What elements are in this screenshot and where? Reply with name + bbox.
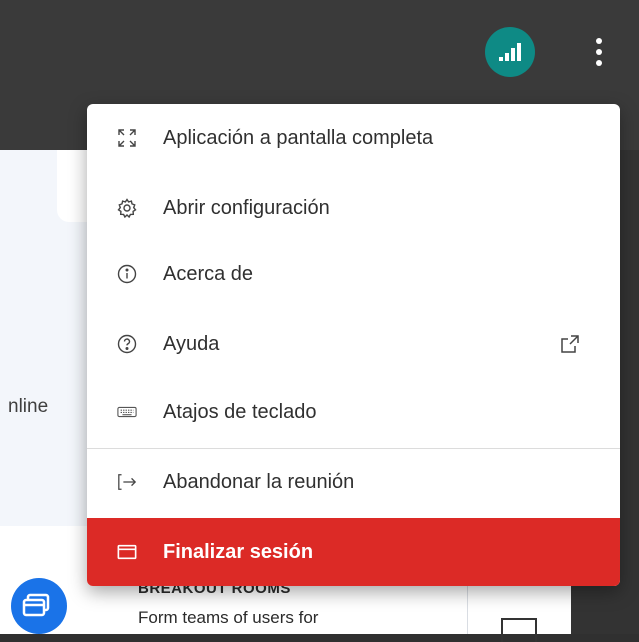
kebab-menu-icon[interactable] <box>588 36 610 68</box>
menu-item-about[interactable]: Acerca de <box>87 242 620 306</box>
info-icon <box>117 264 137 284</box>
options-menu: Aplicación a pantalla completa Abrir con… <box>87 104 620 586</box>
menu-item-help[interactable]: Ayuda <box>87 312 620 376</box>
breakout-rooms-description: Form teams of users for <box>138 608 319 627</box>
keyboard-icon <box>117 402 137 422</box>
external-link-icon <box>559 333 581 355</box>
menu-item-leave-meeting[interactable]: Abandonar la reunión <box>87 450 620 514</box>
breakout-rooms-icon[interactable] <box>11 578 67 634</box>
help-icon <box>117 334 137 354</box>
end-session-icon <box>117 542 137 562</box>
menu-item-label: Abrir configuración <box>163 196 330 219</box>
exit-icon <box>117 472 137 492</box>
square-icon <box>501 618 537 642</box>
menu-item-label: Aplicación a pantalla completa <box>163 126 434 149</box>
gear-icon <box>117 198 137 218</box>
menu-item-label: Finalizar sesión <box>163 540 314 563</box>
menu-item-end-session[interactable]: Finalizar sesión <box>87 518 620 586</box>
side-card <box>467 580 571 642</box>
menu-item-label: Abandonar la reunión <box>163 470 355 493</box>
menu-item-settings[interactable]: Abrir configuración <box>87 176 620 240</box>
menu-item-keyboard-shortcuts[interactable]: Atajos de teclado <box>87 380 620 444</box>
signal-bars-icon <box>499 43 521 61</box>
menu-item-fullscreen[interactable]: Aplicación a pantalla completa <box>87 106 620 170</box>
menu-item-label: Acerca de <box>163 262 254 285</box>
menu-divider <box>87 448 620 449</box>
online-label: nline <box>8 396 49 417</box>
connection-status-button[interactable] <box>485 27 535 77</box>
menu-item-label: Atajos de teclado <box>163 400 317 423</box>
menu-item-label: Ayuda <box>163 332 220 355</box>
fullscreen-icon <box>117 128 137 148</box>
